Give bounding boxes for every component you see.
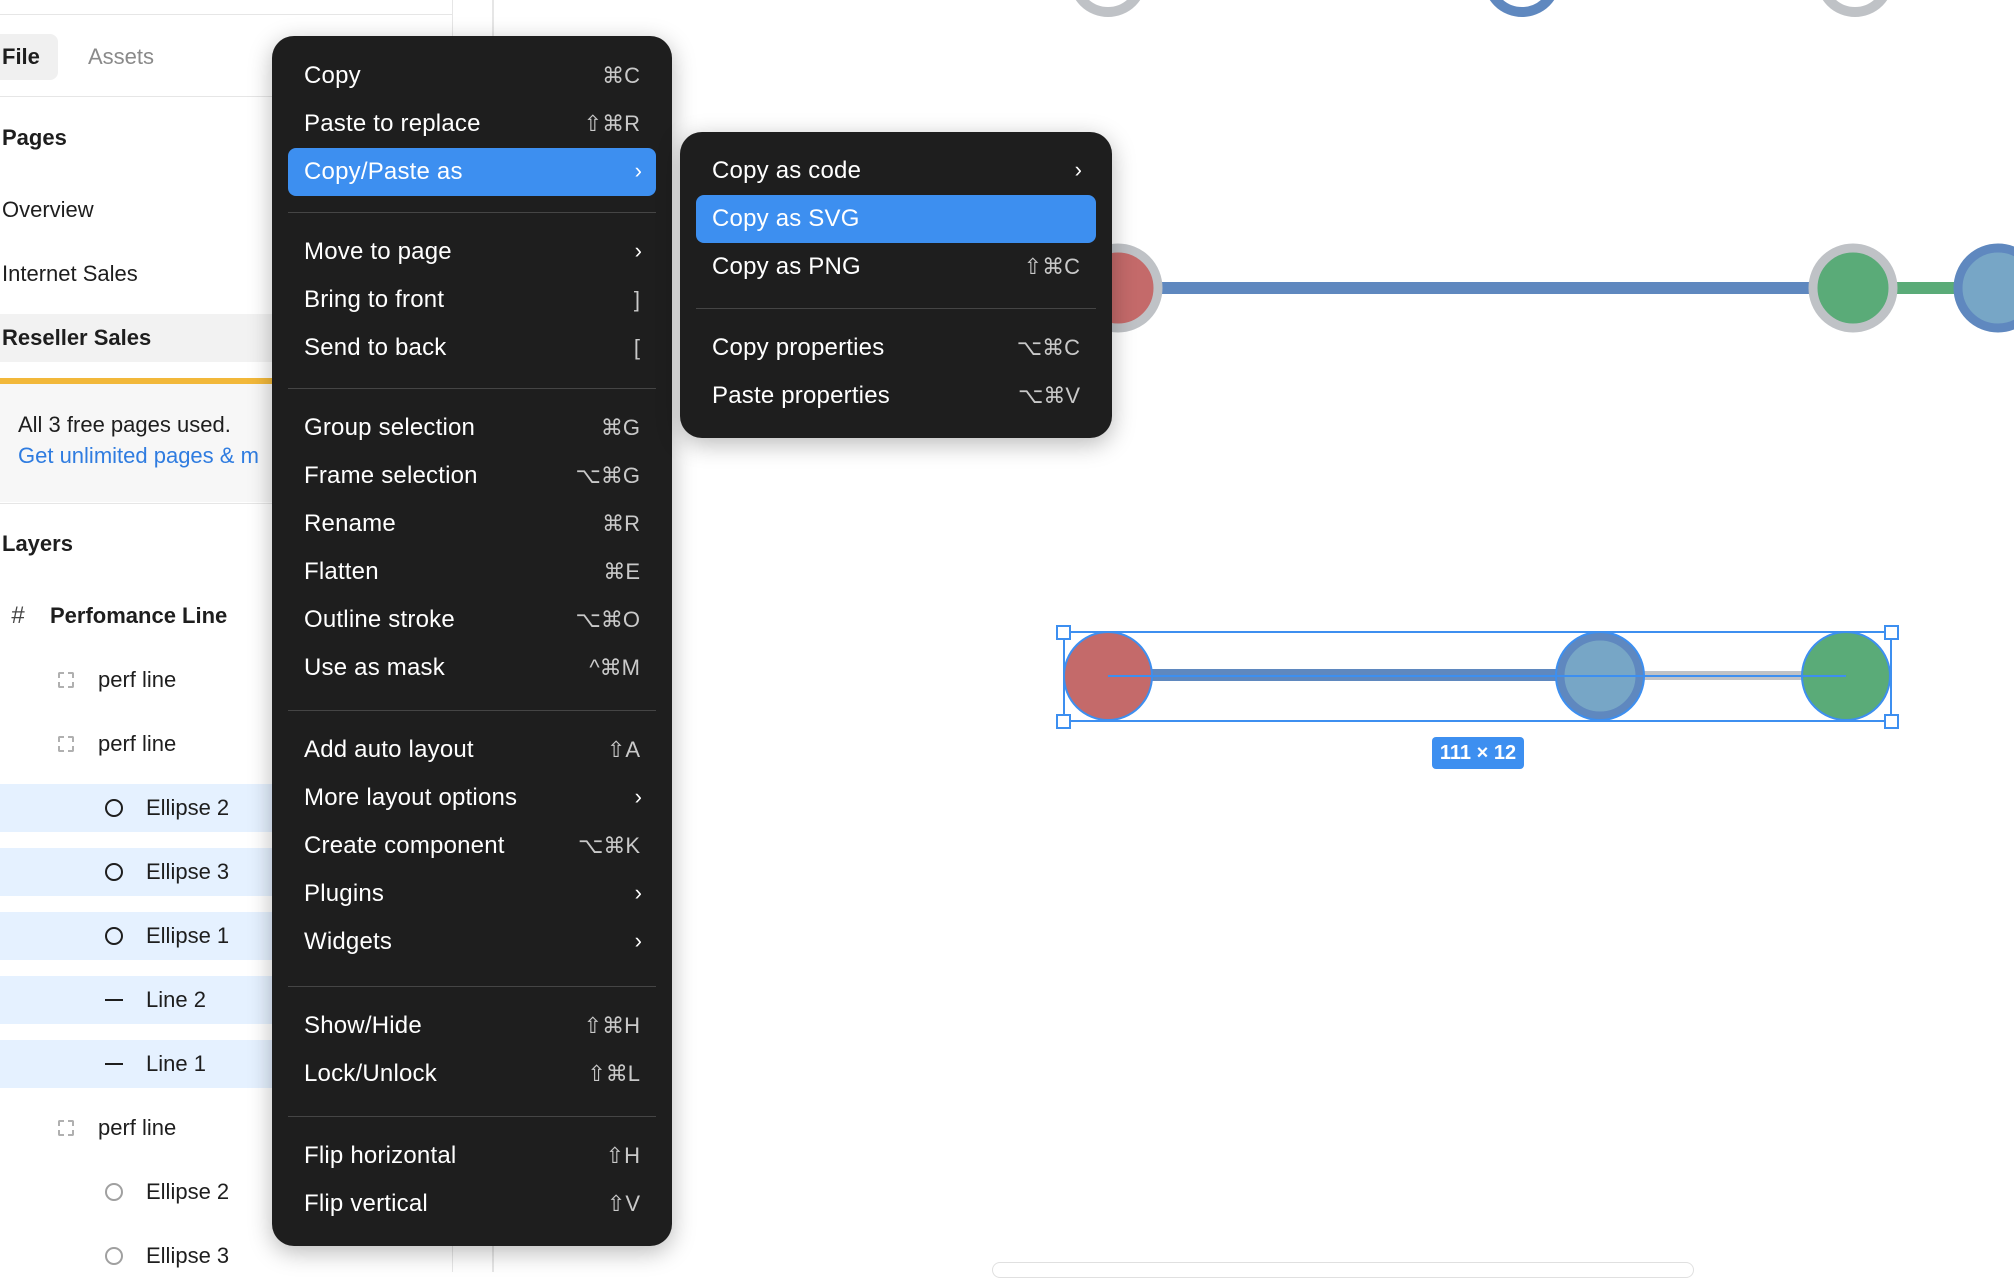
tab-assets[interactable]: Assets — [76, 34, 166, 80]
menu-item-copy-properties[interactable]: Copy properties ⌥⌘C — [696, 324, 1096, 372]
canvas-ellipse-3[interactable] — [1802, 632, 1890, 720]
menu-item-copy-as-svg[interactable]: Copy as SVG — [696, 195, 1096, 243]
layer-label: Ellipse 1 — [146, 923, 230, 948]
canvas-ellipse — [1489, 0, 1555, 17]
ellipse-icon — [100, 912, 128, 960]
notice-text: All 3 free pages used. — [18, 412, 231, 437]
menu-item-create-component[interactable]: Create component ⌥⌘K — [288, 822, 656, 870]
ellipse-icon — [100, 1168, 128, 1216]
menu-item-send-to-back[interactable]: Send to back[ — [288, 324, 656, 372]
canvas-line-1[interactable] — [1108, 669, 1598, 681]
menu-separator — [288, 1116, 656, 1117]
selection-size-label: 111 × 12 — [1432, 737, 1524, 769]
layers-title: Layers — [2, 531, 73, 556]
pages-title: Pages — [2, 125, 67, 150]
bottom-toolbar — [992, 1262, 1694, 1278]
menu-item-widgets[interactable]: Widgets › — [288, 918, 656, 966]
chevron-right-icon: › — [634, 158, 642, 183]
context-menu: Copy ⌘C Paste to replace ⇧⌘R Copy/Paste as… — [272, 36, 672, 1246]
dashed-group-icon — [52, 720, 80, 768]
menu-item-flatten[interactable]: Flatten ⌘E — [288, 548, 656, 596]
menu-item-bring-to-front[interactable]: Bring to front] — [288, 276, 656, 324]
chevron-right-icon: › — [634, 928, 642, 953]
menu-separator — [288, 710, 656, 711]
menu-item-lock-unlock[interactable]: Lock/Unlock ⇧⌘L — [288, 1050, 656, 1098]
ellipse-icon — [100, 1232, 128, 1272]
layer-label: perf line — [98, 667, 177, 692]
chevron-right-icon: › — [1074, 157, 1082, 182]
copy-paste-as-submenu: Copy as code › Copy as SVG Copy as PNG ⇧⌘C… — [680, 132, 1112, 438]
menu-item-outline-stroke[interactable]: Outline stroke ⌥⌘O — [288, 596, 656, 644]
canvas-ellipse-2[interactable] — [1555, 631, 1645, 721]
dashed-group-icon — [52, 656, 80, 704]
canvas-ellipse — [1075, 0, 1141, 17]
menu-item-copy[interactable]: Copy ⌘C — [288, 52, 656, 100]
chevron-right-icon: › — [634, 880, 642, 905]
layer-label: perf line — [98, 731, 177, 756]
frame-hash-icon: # — [11, 602, 25, 629]
menu-item-add-auto-layout[interactable]: Add auto layout ⇧A — [288, 726, 656, 774]
ellipse-icon — [100, 848, 128, 896]
tab-file[interactable]: File — [0, 34, 58, 80]
menu-separator — [288, 212, 656, 213]
menu-item-show-hide[interactable]: Show/Hide ⇧⌘H — [288, 1002, 656, 1050]
line-icon — [100, 1040, 128, 1088]
menu-separator — [288, 388, 656, 389]
menu-item-rename[interactable]: Rename ⌘R — [288, 500, 656, 548]
menu-item-paste-properties[interactable]: Paste properties ⌥⌘V — [696, 372, 1096, 420]
menu-separator — [696, 308, 1096, 309]
canvas-ellipse-blue[interactable] — [1953, 243, 2014, 333]
menu-item-use-as-mask[interactable]: Use as mask ^⌘M — [288, 644, 656, 692]
canvas-line-2[interactable] — [1600, 671, 1850, 680]
menu-item-move-to-page[interactable]: Move to page › — [288, 228, 656, 276]
canvas-ellipse-1[interactable] — [1064, 632, 1152, 720]
chevron-right-icon: › — [634, 238, 642, 263]
layer-label: Ellipse 3 — [146, 859, 230, 884]
layer-label: Perfomance Line — [50, 603, 228, 628]
canvas-line — [1140, 282, 1820, 294]
upgrade-link[interactable]: Get unlimited pages & m — [18, 443, 259, 469]
layer-label: Ellipse 2 — [146, 1179, 230, 1204]
dashed-group-icon — [52, 1104, 80, 1152]
menu-item-copy-as-code[interactable]: Copy as code › — [696, 147, 1096, 195]
canvas-ellipse — [1822, 0, 1888, 17]
chevron-right-icon: › — [634, 784, 642, 809]
line-icon — [100, 976, 128, 1024]
layer-label: Line 2 — [146, 987, 206, 1012]
layer-label: Line 1 — [146, 1051, 206, 1076]
menu-item-paste-to-replace[interactable]: Paste to replace ⇧⌘R — [288, 100, 656, 148]
layer-label: Ellipse 3 — [146, 1243, 230, 1268]
menu-item-copy-paste-as[interactable]: Copy/Paste as › — [288, 148, 656, 196]
menu-item-plugins[interactable]: Plugins › — [288, 870, 656, 918]
menu-item-frame-selection[interactable]: Frame selection ⌥⌘G — [288, 452, 656, 500]
ellipse-icon — [100, 784, 128, 832]
menu-item-flip-horizontal[interactable]: Flip horizontal ⇧H — [288, 1132, 656, 1180]
layer-label: perf line — [98, 1115, 177, 1140]
canvas-ellipse-green[interactable] — [1808, 243, 1898, 333]
layer-label: Ellipse 2 — [146, 795, 230, 820]
menu-item-more-layout-options[interactable]: More layout options › — [288, 774, 656, 822]
sidebar-top-divider — [0, 14, 452, 15]
menu-item-group-selection[interactable]: Group selection ⌘G — [288, 404, 656, 452]
menu-separator — [288, 986, 656, 987]
menu-item-copy-as-png[interactable]: Copy as PNG ⇧⌘C — [696, 243, 1096, 291]
selection-handles[interactable] — [1056, 625, 1899, 729]
menu-item-flip-vertical[interactable]: Flip vertical ⇧V — [288, 1180, 656, 1228]
canvas-line — [1880, 282, 1960, 294]
